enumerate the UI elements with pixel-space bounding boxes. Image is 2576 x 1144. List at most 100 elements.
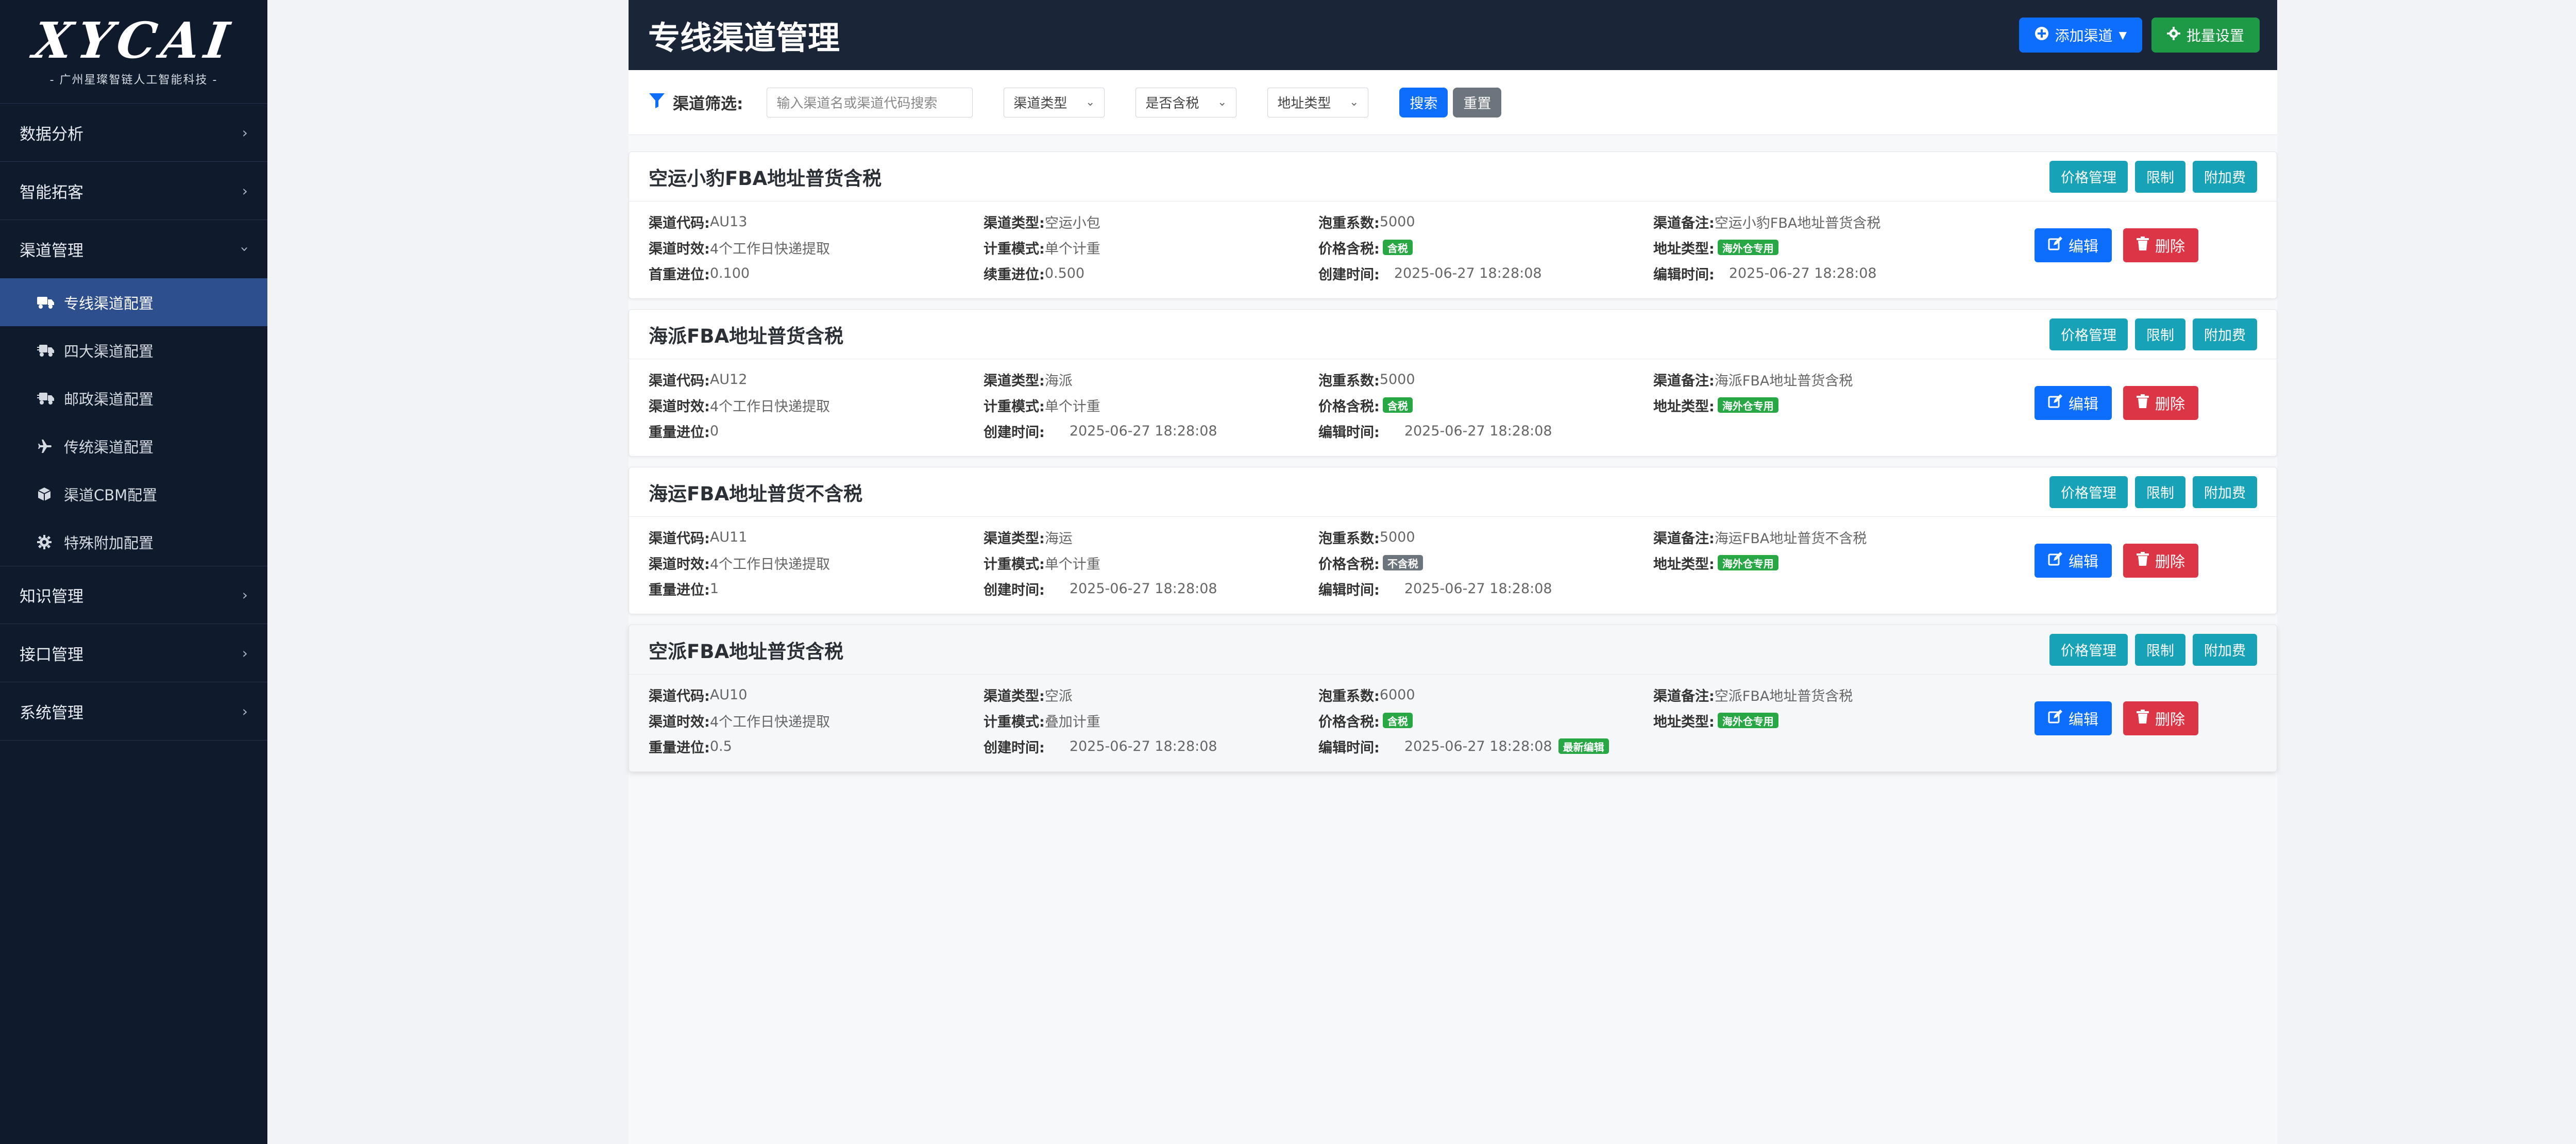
sub-item-dedicated-channel[interactable]: 专线渠道配置 — [0, 278, 267, 326]
sub-item-label: 特殊附加配置 — [64, 534, 154, 552]
channel-type: 空运小包 — [1044, 215, 1100, 231]
page-header: 专线渠道管理 添加渠道 ▼ 批量设置 — [629, 0, 2277, 70]
edit-button[interactable]: 编辑 — [2034, 228, 2112, 262]
delete-button[interactable]: 删除 — [2123, 701, 2198, 735]
latest-edit-badge: 最新编辑 — [1558, 738, 1609, 754]
price-management-button[interactable]: 价格管理 — [2049, 318, 2128, 350]
channel-code: AU10 — [709, 686, 748, 703]
delete-button[interactable]: 删除 — [2123, 228, 2198, 262]
channel-timeliness: 4个工作日快递提取 — [709, 398, 830, 415]
field-label: 渠道备注: — [1653, 215, 1715, 231]
field-label: 价格含税: — [1318, 556, 1380, 573]
add-channel-label: 添加渠道 — [2055, 27, 2113, 44]
batch-settings-label: 批量设置 — [2186, 27, 2244, 44]
field-label: 重量进位: — [649, 582, 710, 598]
delete-button[interactable]: 删除 — [2123, 386, 2198, 420]
limit-button[interactable]: 限制 — [2135, 318, 2185, 350]
field-label: 渠道时效: — [649, 556, 710, 573]
edit-button[interactable]: 编辑 — [2034, 544, 2112, 578]
created-time: 2025-06-27 18:28:08 — [1069, 738, 1217, 754]
channel-title: 空派FBA地址普货含税 — [649, 640, 844, 663]
nav-item-channel-management[interactable]: 渠道管理 › — [0, 220, 267, 278]
field-label: 创建时间: — [984, 739, 1045, 756]
field-label: 泡重系数: — [1318, 215, 1380, 231]
nav-item-label: 接口管理 — [20, 645, 83, 664]
filter-label-text: 渠道筛选: — [673, 95, 743, 113]
sub-item-cbm-channel[interactable]: 渠道CBM配置 — [0, 470, 267, 518]
search-button[interactable]: 搜索 — [1399, 87, 1448, 117]
field-label: 首重进位: — [649, 266, 710, 283]
field-label: 价格含税: — [1318, 241, 1380, 257]
search-input[interactable]: 输入渠道名或渠道代码搜索 — [767, 87, 973, 117]
nav-item-knowledge[interactable]: 知识管理 › — [0, 566, 267, 624]
edit-label: 编辑 — [2068, 711, 2098, 728]
tax-badge: 含税 — [1382, 240, 1413, 255]
sub-item-traditional-channel[interactable]: 传统渠道配置 — [0, 422, 267, 470]
truck-icon — [37, 296, 59, 309]
logo: XYCAI - 广州星璨智链人工智能科技 - — [0, 0, 267, 104]
weight-mode: 单个计重 — [1044, 241, 1100, 257]
nav-item-data-analysis[interactable]: 数据分析 › — [0, 104, 267, 162]
nav-item-label: 数据分析 — [20, 125, 83, 144]
field-label: 编辑时间: — [1318, 739, 1380, 756]
limit-button[interactable]: 限制 — [2135, 633, 2185, 666]
price-management-button[interactable]: 价格管理 — [2049, 160, 2128, 193]
add-channel-button[interactable]: 添加渠道 ▼ — [2019, 18, 2142, 53]
select-value: 地址类型 — [1277, 96, 1331, 111]
next-weight-step: 0.500 — [1044, 265, 1085, 281]
price-management-button[interactable]: 价格管理 — [2049, 476, 2128, 508]
field-label: 创建时间: — [984, 582, 1045, 598]
delete-button[interactable]: 删除 — [2123, 544, 2198, 578]
channel-remark: 空派FBA地址普货含税 — [1714, 688, 1853, 704]
sub-item-big-four-channel[interactable]: 四大渠道配置 — [0, 326, 267, 374]
field-label: 泡重系数: — [1318, 530, 1380, 547]
surcharge-button[interactable]: 附加费 — [2193, 476, 2257, 508]
volume-factor: 6000 — [1379, 686, 1415, 703]
price-management-button[interactable]: 价格管理 — [2049, 633, 2128, 666]
channel-type-select[interactable]: 渠道类型 ⌄ — [1004, 87, 1105, 117]
channel-code: AU12 — [709, 371, 748, 388]
edit-button[interactable]: 编辑 — [2034, 701, 2112, 735]
tax-select[interactable]: 是否含税 ⌄ — [1136, 87, 1237, 117]
nav-item-system[interactable]: 系统管理 › — [0, 682, 267, 741]
delete-label: 删除 — [2155, 553, 2185, 570]
surcharge-button[interactable]: 附加费 — [2193, 160, 2257, 193]
channel-type: 海运 — [1044, 530, 1073, 547]
channel-type: 空派 — [1044, 688, 1073, 704]
nav-item-smart-leads[interactable]: 智能拓客 › — [0, 162, 267, 220]
limit-button[interactable]: 限制 — [2135, 160, 2185, 193]
created-time: 2025-06-27 18:28:08 — [1069, 580, 1217, 597]
edit-button[interactable]: 编辑 — [2034, 386, 2112, 420]
surcharge-button[interactable]: 附加费 — [2193, 318, 2257, 350]
edit-icon — [2048, 236, 2062, 255]
field-label: 渠道时效: — [649, 714, 710, 730]
field-label: 渠道代码: — [649, 373, 710, 389]
nav-item-api[interactable]: 接口管理 › — [0, 624, 267, 682]
nav-item-label: 智能拓客 — [20, 183, 83, 202]
field-label: 地址类型: — [1653, 241, 1715, 257]
sub-item-postal-channel[interactable]: 邮政渠道配置 — [0, 374, 267, 422]
sub-item-special-fee[interactable]: 特殊附加配置 — [0, 518, 267, 566]
reset-button[interactable]: 重置 — [1453, 87, 1502, 117]
limit-button[interactable]: 限制 — [2135, 476, 2185, 508]
channel-remark: 海派FBA地址普货含税 — [1714, 373, 1853, 389]
field-label: 创建时间: — [984, 424, 1045, 441]
address-type-select[interactable]: 地址类型 ⌄ — [1267, 87, 1369, 117]
channel-type: 海派 — [1044, 373, 1073, 389]
delete-label: 删除 — [2155, 395, 2185, 413]
weight-mode: 单个计重 — [1044, 398, 1100, 415]
surcharge-button[interactable]: 附加费 — [2193, 633, 2257, 666]
edited-time: 2025-06-27 18:28:08 — [1404, 580, 1552, 597]
tax-badge: 不含税 — [1382, 555, 1423, 570]
channel-remark: 空运小豹FBA地址普货含税 — [1714, 215, 1881, 231]
edited-time: 2025-06-27 18:28:08 — [1404, 423, 1552, 439]
select-value: 渠道类型 — [1013, 96, 1067, 111]
truck-fast-icon — [37, 392, 59, 405]
field-label: 渠道时效: — [649, 241, 710, 257]
field-label: 价格含税: — [1318, 398, 1380, 415]
weight-mode: 叠加计重 — [1044, 714, 1100, 730]
field-label: 渠道备注: — [1653, 688, 1715, 704]
select-value: 是否含税 — [1145, 96, 1199, 111]
field-label: 渠道时效: — [649, 398, 710, 415]
batch-settings-button[interactable]: 批量设置 — [2151, 18, 2260, 53]
